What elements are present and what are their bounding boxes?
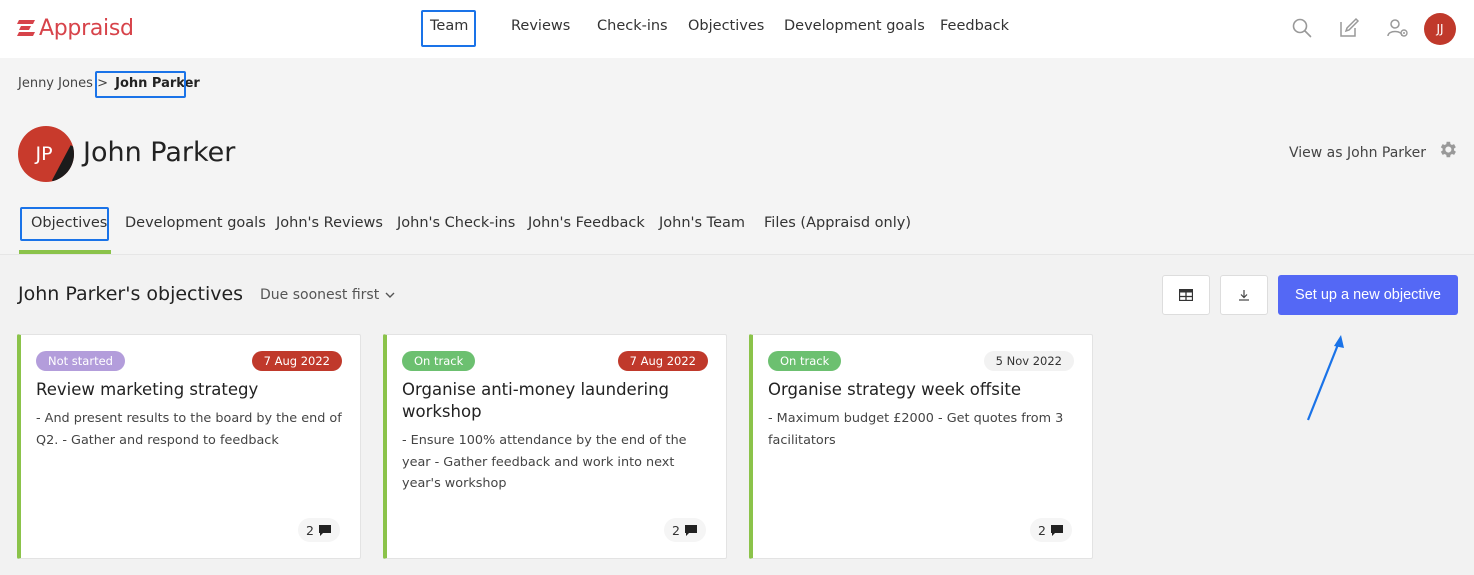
profile-name: John Parker <box>83 137 236 168</box>
nav-reviews[interactable]: Reviews <box>511 18 570 34</box>
profile-initials: JP <box>35 143 53 165</box>
breadcrumb-current-highlight <box>95 71 186 98</box>
objective-title: Review marketing strategy <box>36 380 259 399</box>
objective-card[interactable]: On track 7 Aug 2022 Organise anti-money … <box>383 334 727 559</box>
sort-dropdown[interactable]: Due soonest first <box>260 287 395 303</box>
edit-icon[interactable] <box>1338 17 1360 39</box>
search-icon[interactable] <box>1291 17 1313 39</box>
objective-description: - Ensure 100% attendance by the end of t… <box>402 433 687 491</box>
comment-icon <box>685 524 697 536</box>
nav-team-highlight <box>421 10 476 47</box>
objectives-heading: John Parker's objectives <box>18 283 244 305</box>
profile-avatar: JP <box>18 126 74 182</box>
nav-feedback[interactable]: Feedback <box>940 18 1009 34</box>
chevron-down-icon <box>385 292 395 298</box>
comment-icon <box>1051 524 1063 536</box>
view-as-link[interactable]: View as John Parker <box>1289 145 1426 161</box>
download-button[interactable] <box>1220 275 1268 315</box>
tab-files[interactable]: Files (Appraisd only) <box>764 215 911 231</box>
status-badge: Not started <box>36 351 125 371</box>
top-navigation-bar: Appraisd Team Reviews Check-ins Objectiv… <box>0 0 1474 58</box>
comments-count-value: 2 <box>1038 522 1046 538</box>
tab-development-goals[interactable]: Development goals <box>125 215 266 231</box>
set-up-new-objective-button[interactable]: Set up a new objective <box>1278 275 1458 315</box>
comments-count[interactable]: 2 <box>664 518 706 542</box>
user-settings-icon[interactable] <box>1387 17 1409 39</box>
sort-label: Due soonest first <box>260 287 380 303</box>
tab-johns-check-ins[interactable]: John's Check-ins <box>397 215 515 231</box>
comments-count[interactable]: 2 <box>1030 518 1072 542</box>
status-badge: On track <box>402 351 476 371</box>
active-tab-indicator <box>19 250 111 254</box>
breadcrumb-parent[interactable]: Jenny Jones <box>18 76 93 91</box>
due-date-badge: 7 Aug 2022 <box>617 351 708 371</box>
user-initials: JJ <box>1436 22 1444 36</box>
objective-description: - And present results to the board by th… <box>36 411 342 448</box>
objective-title: Organise anti-money laundering workshop <box>402 380 669 421</box>
gear-icon[interactable] <box>1437 139 1458 160</box>
tab-johns-feedback[interactable]: John's Feedback <box>528 215 645 231</box>
nav-check-ins[interactable]: Check-ins <box>597 18 668 34</box>
objective-title: Organise strategy week offsite <box>768 380 1022 399</box>
brand-name: Appraisd <box>39 15 134 41</box>
user-avatar[interactable]: JJ <box>1424 13 1456 45</box>
due-date-badge: 7 Aug 2022 <box>251 351 342 371</box>
comments-count-value: 2 <box>672 522 680 538</box>
tab-johns-team[interactable]: John's Team <box>659 215 745 231</box>
table-icon <box>1179 289 1193 301</box>
comment-icon <box>319 524 331 536</box>
appraisd-logo[interactable]: Appraisd <box>17 14 134 42</box>
comments-count[interactable]: 2 <box>298 518 340 542</box>
nav-objectives[interactable]: Objectives <box>688 18 764 34</box>
due-date-badge: 5 Nov 2022 <box>983 351 1074 371</box>
objective-card[interactable]: Not started 7 Aug 2022 Review marketing … <box>17 334 361 559</box>
tab-objectives-highlight <box>20 207 109 241</box>
nav-development-goals[interactable]: Development goals <box>784 18 925 34</box>
comments-count-value: 2 <box>306 522 314 538</box>
status-badge: On track <box>768 351 842 371</box>
objective-card[interactable]: On track 5 Nov 2022 Organise strategy we… <box>749 334 1093 559</box>
table-view-button[interactable] <box>1162 275 1210 315</box>
logo-mark-icon <box>17 20 35 36</box>
objective-description: - Maximum budget £2000 - Get quotes from… <box>768 411 1064 448</box>
download-icon <box>1239 290 1249 301</box>
annotation-arrow <box>1306 335 1344 421</box>
tab-johns-reviews[interactable]: John's Reviews <box>276 215 383 231</box>
